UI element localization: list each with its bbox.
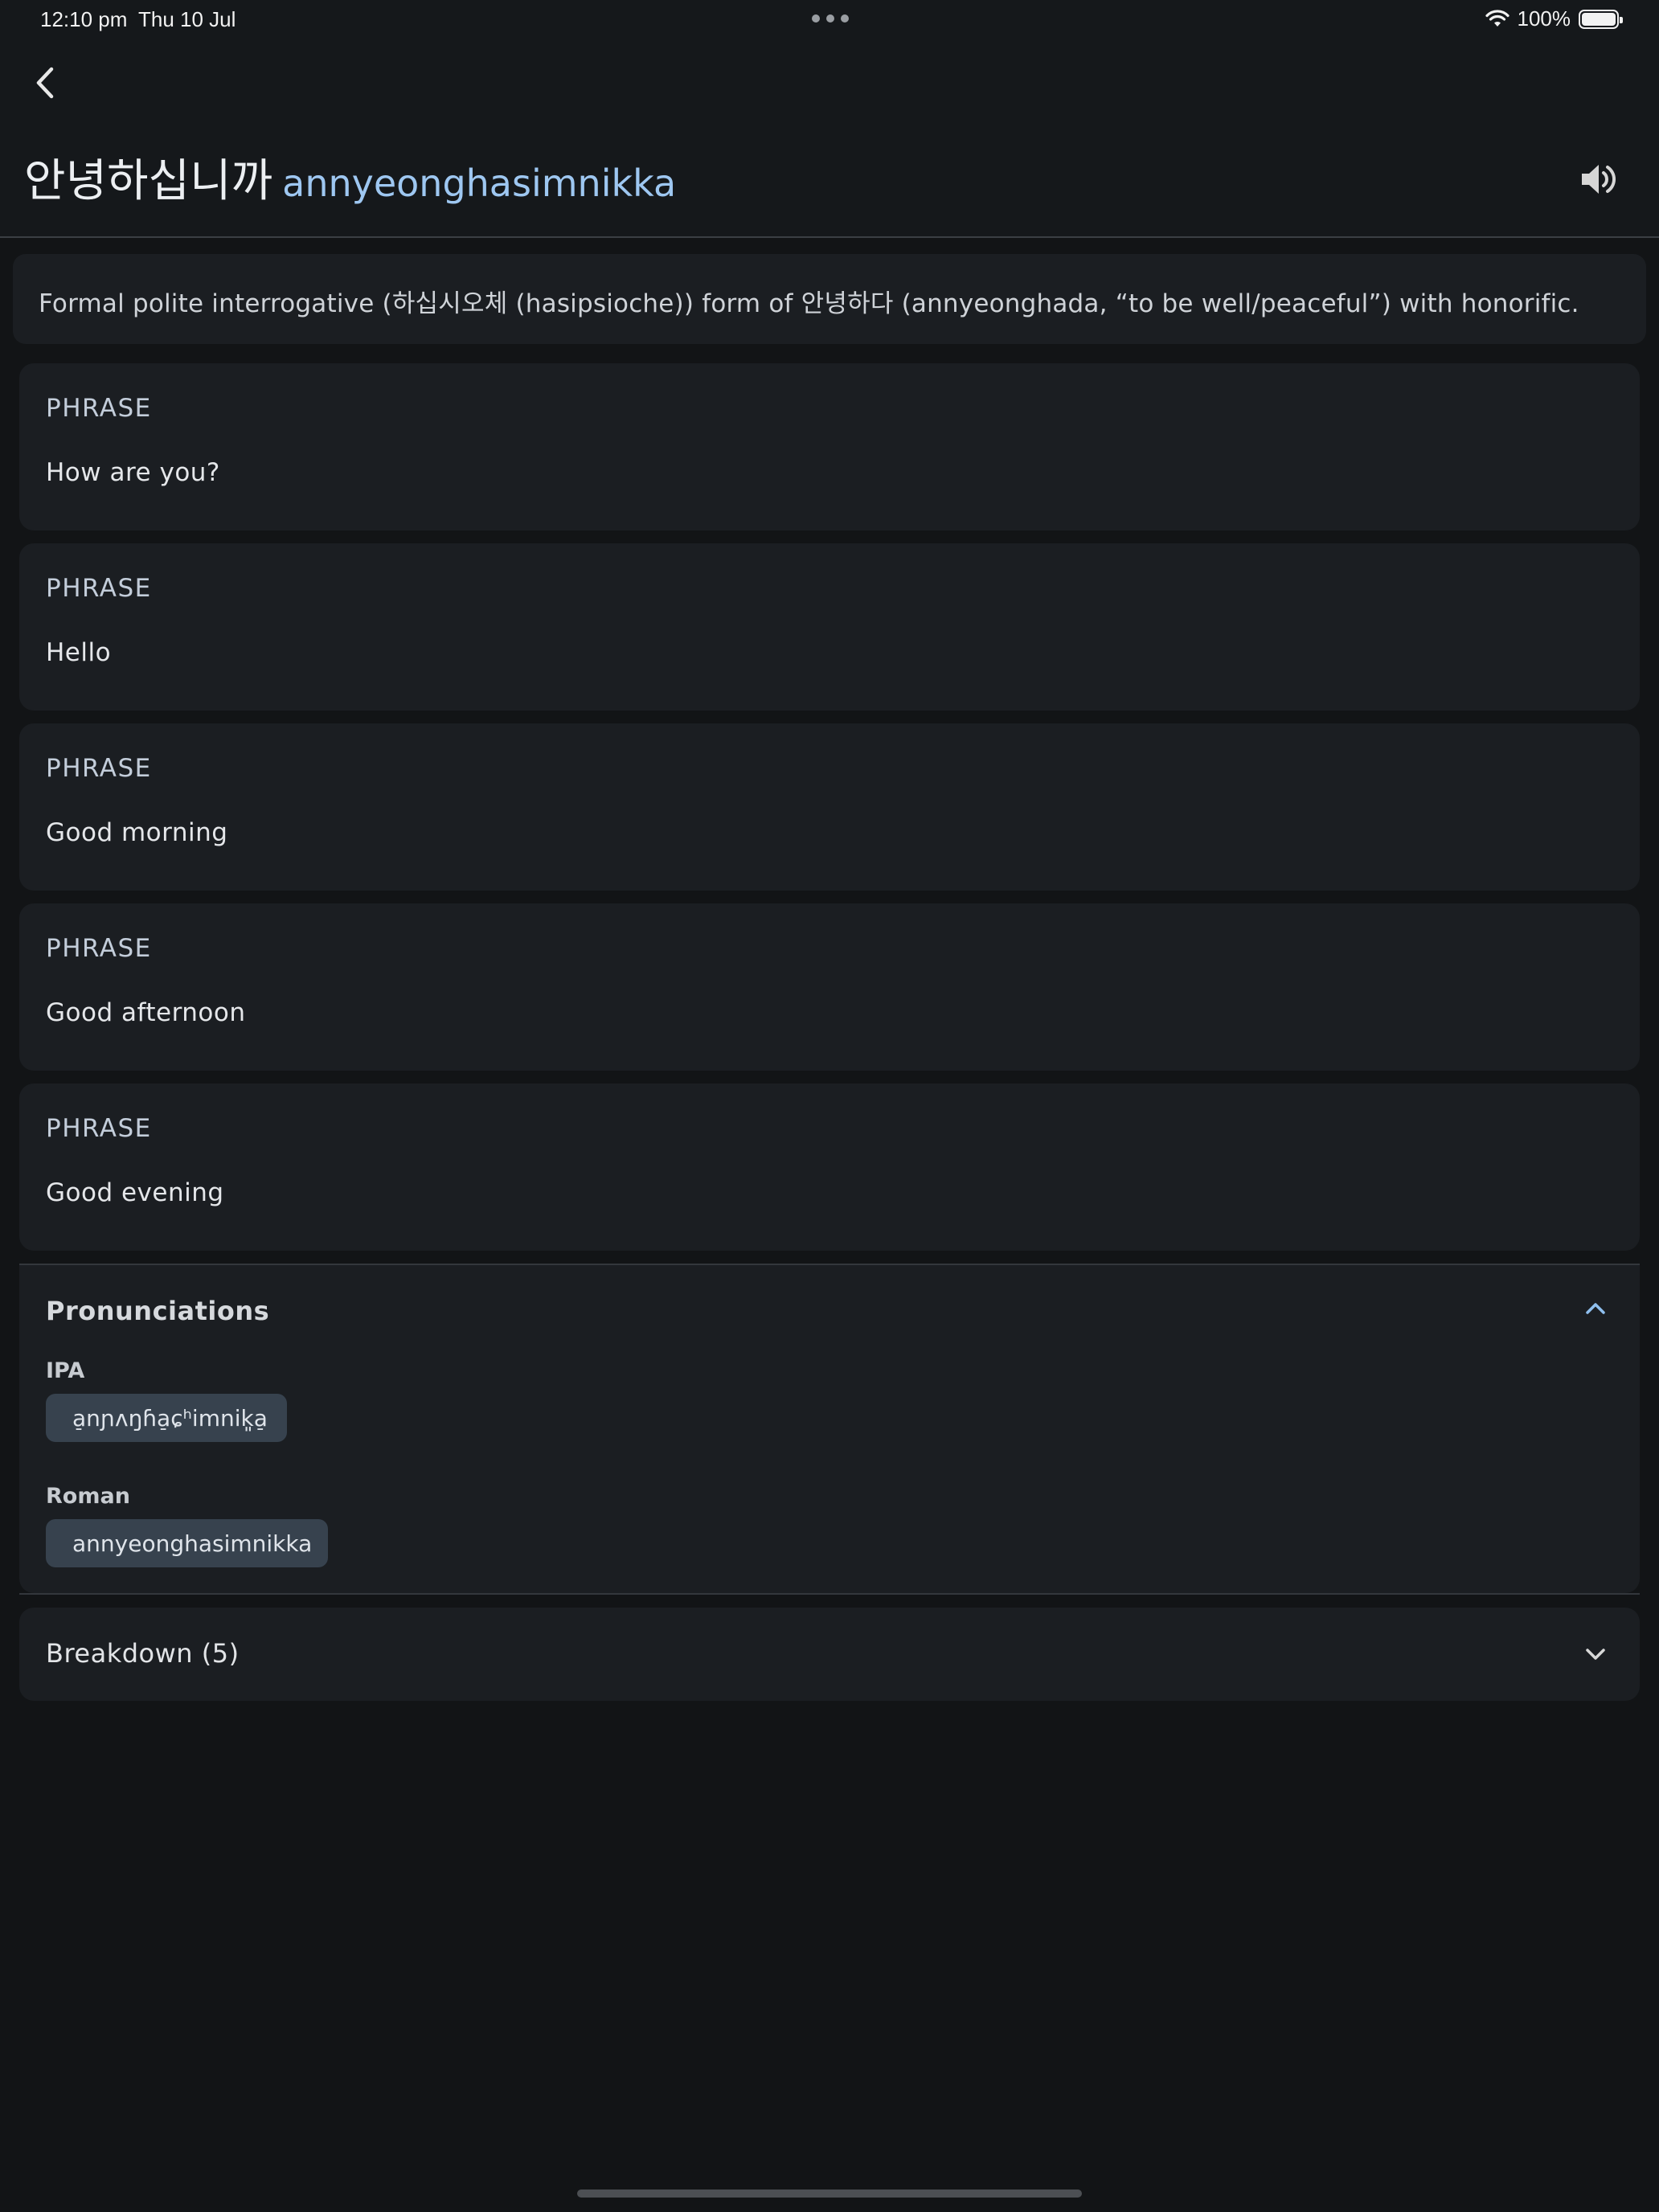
headword-romanization: annyeonghasimnikka (282, 162, 677, 205)
sense-card: PHRASE Good evening (19, 1083, 1640, 1251)
page-title: 안녕하십니까 annyeonghasimnikka (24, 145, 676, 210)
home-indicator[interactable] (577, 2189, 1082, 2198)
part-of-speech-label: PHRASE (46, 394, 152, 423)
speaker-icon[interactable] (1577, 159, 1617, 199)
roman-chip[interactable]: annyeonghasimnikka (46, 1519, 328, 1567)
breakdown-label: Breakdown (5) (46, 1638, 240, 1669)
sense-card: PHRASE How are you? (19, 363, 1640, 530)
roman-label: Roman (46, 1484, 130, 1509)
multitasking-dots-icon[interactable] (812, 14, 849, 23)
ipa-label: IPA (46, 1358, 85, 1383)
part-of-speech-label: PHRASE (46, 1114, 152, 1143)
back-arrow-icon[interactable] (29, 59, 61, 106)
sense-gloss: Good afternoon (46, 998, 246, 1027)
sense-gloss: How are you? (46, 458, 220, 487)
sense-gloss: Good morning (46, 818, 228, 847)
sense-card: PHRASE Good afternoon (19, 903, 1640, 1071)
breakdown-expander[interactable]: Breakdown (5) (19, 1608, 1640, 1701)
sense-card: PHRASE Good morning (19, 723, 1640, 891)
navigation-bar (0, 39, 1659, 135)
status-indicators: 100% (1485, 6, 1623, 31)
status-date: Thu 10 Jul (138, 7, 236, 31)
sense-gloss: Hello (46, 638, 112, 667)
part-of-speech-label: PHRASE (46, 934, 152, 963)
pronunciations-panel: Pronunciations IPA a̠nɲʌŋɦa̠ɕʰimnik͈a̠ R… (19, 1265, 1640, 1593)
chevron-up-icon[interactable] (1583, 1299, 1608, 1318)
part-of-speech-label: PHRASE (46, 754, 152, 783)
ipa-chip[interactable]: a̠nɲʌŋɦa̠ɕʰimnik͈a̠ (46, 1394, 287, 1442)
status-bar: 12:10 pm Thu 10 Jul 100% (0, 0, 1659, 39)
sense-card: PHRASE Hello (19, 543, 1640, 711)
word-header: 안녕하십니까 annyeonghasimnikka (0, 135, 1659, 238)
divider (19, 1593, 1640, 1595)
status-time: 12:10 pm (40, 7, 128, 31)
headword: 안녕하십니까 (24, 155, 273, 207)
sense-gloss: Good evening (46, 1178, 224, 1207)
battery-percent: 100% (1517, 6, 1571, 31)
wifi-icon (1485, 9, 1509, 27)
part-of-speech-label: PHRASE (46, 574, 152, 603)
definition-note: Formal polite interrogative (하십시오체 (hasi… (13, 254, 1646, 344)
pronunciations-title[interactable]: Pronunciations (46, 1296, 269, 1326)
battery-icon (1579, 9, 1623, 29)
chevron-down-icon[interactable] (1583, 1645, 1608, 1664)
